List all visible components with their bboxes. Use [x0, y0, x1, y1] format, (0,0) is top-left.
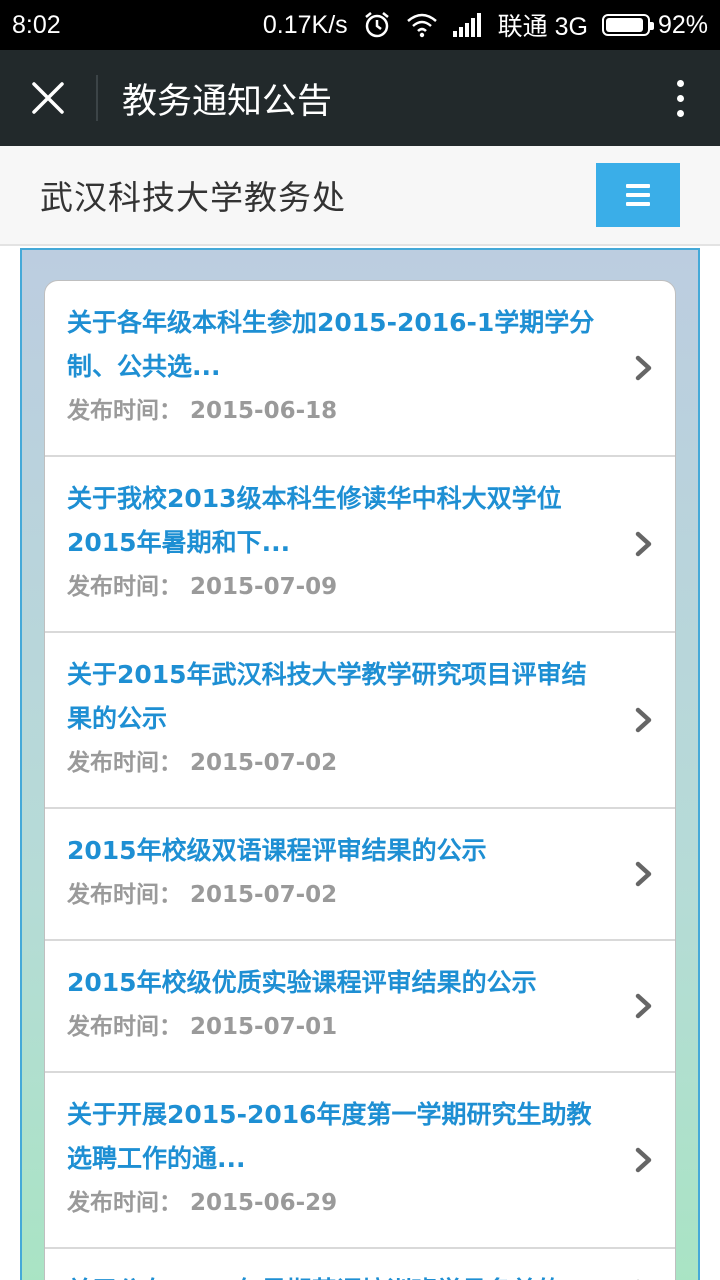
chevron-right-icon [635, 707, 652, 733]
notice-date: 发布时间： 2015-07-09 [67, 565, 605, 609]
notice-date: 发布时间： 2015-06-18 [67, 389, 605, 433]
chevron-right-icon [635, 861, 652, 887]
menu-button[interactable] [596, 163, 680, 227]
notice-date-value: 2015-07-02 [182, 750, 338, 776]
notice-list: 关于各年级本科生参加2015-2016-1学期学分制、公共选... 发布时间： … [44, 280, 676, 1280]
notice-item[interactable]: 2015年校级双语课程评审结果的公示 发布时间： 2015-07-02 [45, 809, 675, 941]
notice-date: 发布时间： 2015-07-02 [67, 873, 605, 917]
hamburger-menu-icon [626, 184, 650, 188]
notice-title[interactable]: 关于2015年武汉科技大学教学研究项目评审结果的公示 [67, 653, 605, 741]
status-bar: 8:02 0.17K/s 联通 3G 92% [0, 0, 720, 50]
notice-date-value: 2015-07-02 [182, 882, 338, 908]
network-speed: 0.17K/s [262, 10, 348, 39]
notice-item[interactable]: 关于各年级本科生参加2015-2016-1学期学分制、公共选... 发布时间： … [45, 281, 675, 457]
notice-title[interactable]: 关于开展2015-2016年度第一学期研究生助教选聘工作的通... [67, 1093, 605, 1181]
notice-title[interactable]: 2015年校级优质实验课程评审结果的公示 [67, 961, 605, 1005]
battery-percent: 92% [657, 10, 708, 39]
page-title: 教务通知公告 [122, 81, 333, 122]
more-vertical-icon [676, 79, 684, 87]
notice-date: 发布时间： 2015-06-29 [67, 1181, 605, 1225]
close-button[interactable] [0, 50, 96, 146]
notice-date-label: 发布时间： [67, 882, 182, 908]
alarm-icon [362, 10, 392, 40]
notice-date-value: 2015-06-29 [182, 1190, 338, 1216]
notice-item[interactable]: 关于2015年武汉科技大学教学研究项目评审结果的公示 发布时间： 2015-07… [45, 633, 675, 809]
notice-date-label: 发布时间： [67, 1014, 182, 1040]
notice-date-value: 2015-07-09 [182, 574, 338, 600]
notice-item[interactable]: 关于开展2015-2016年度第一学期研究生助教选聘工作的通... 发布时间： … [45, 1073, 675, 1249]
notice-date-label: 发布时间： [67, 398, 182, 424]
battery-icon [601, 14, 654, 36]
notice-item[interactable]: 关于公布2015年暑期英语培训班学员名单的 [45, 1249, 675, 1280]
notice-item[interactable]: 2015年校级优质实验课程评审结果的公示 发布时间： 2015-07-01 [45, 941, 675, 1073]
site-header: 武汉科技大学教务处 [0, 146, 720, 246]
notice-item[interactable]: 关于我校2013级本科生修读华中科大双学位2015年暑期和下... 发布时间： … [45, 457, 675, 633]
chevron-right-icon [635, 993, 652, 1019]
notice-date: 发布时间： 2015-07-01 [67, 1005, 605, 1049]
notice-date-label: 发布时间： [67, 1190, 182, 1216]
battery-indicator: 92% [601, 10, 708, 40]
wifi-icon [406, 12, 438, 38]
notice-date-value: 2015-07-01 [182, 1014, 338, 1040]
notice-title[interactable]: 2015年校级双语课程评审结果的公示 [67, 829, 605, 873]
notice-date-label: 发布时间： [67, 750, 182, 776]
chevron-right-icon [635, 355, 652, 381]
notice-date-label: 发布时间： [67, 574, 182, 600]
notice-title[interactable]: 关于公布2015年暑期英语培训班学员名单的 [67, 1269, 605, 1280]
carrier-label: 联通 3G [497, 13, 588, 41]
chevron-right-icon [635, 1147, 652, 1173]
notice-date: 发布时间： 2015-07-02 [67, 741, 605, 785]
notice-title[interactable]: 关于各年级本科生参加2015-2016-1学期学分制、公共选... [67, 301, 605, 389]
chevron-right-icon [635, 531, 652, 557]
close-icon [32, 82, 64, 114]
content-area: 关于各年级本科生参加2015-2016-1学期学分制、公共选... 发布时间： … [20, 248, 700, 1280]
more-options-button[interactable] [640, 50, 720, 146]
signal-icon [452, 13, 484, 37]
status-time: 8:02 [12, 10, 61, 39]
title-bar: 教务通知公告 [0, 50, 720, 146]
site-title: 武汉科技大学教务处 [40, 178, 346, 217]
notice-title[interactable]: 关于我校2013级本科生修读华中科大双学位2015年暑期和下... [67, 477, 605, 565]
notice-date-value: 2015-06-18 [182, 398, 338, 424]
